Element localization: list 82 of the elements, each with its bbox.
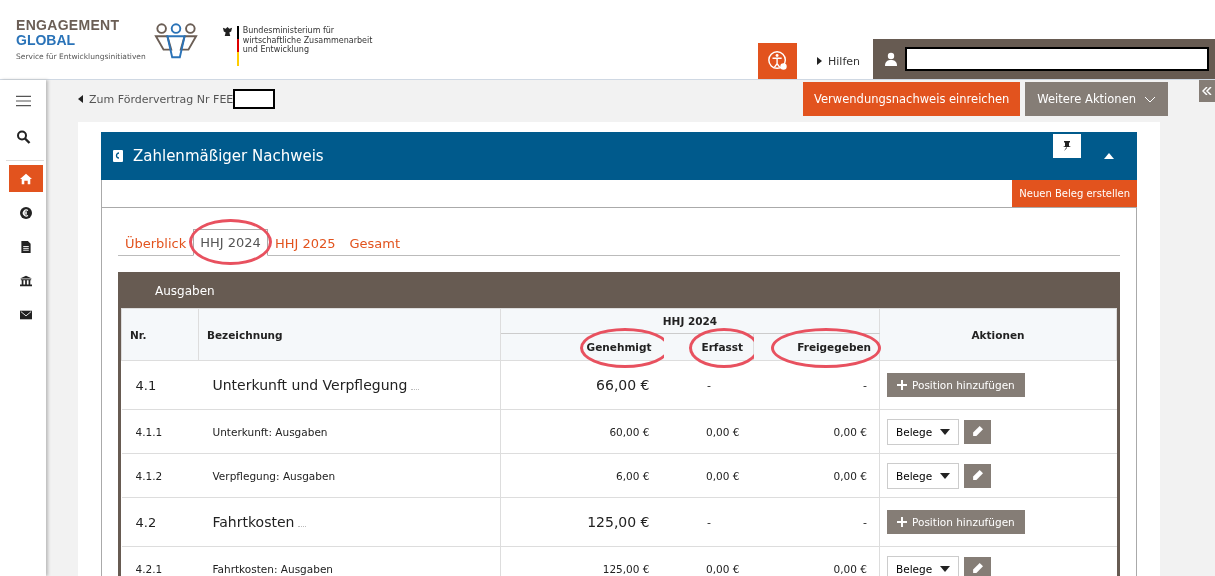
user-icon bbox=[885, 52, 897, 66]
add-position-button[interactable]: Position hinzufügen bbox=[887, 373, 1025, 397]
table-cell: 4.2.1 bbox=[121, 546, 199, 576]
pin-icon bbox=[1062, 141, 1072, 151]
table-cell: 4.1.2 bbox=[121, 453, 199, 498]
table-cell: Unterkunft und Verpflegung bbox=[212, 377, 408, 393]
receipts-dropdown[interactable]: Belege bbox=[887, 418, 960, 445]
caret-down-icon bbox=[940, 428, 951, 435]
column-header: Nr. bbox=[121, 308, 199, 361]
table-title: Ausgaben bbox=[121, 275, 1117, 308]
table-cell: Verpflegung: Ausgaben bbox=[212, 469, 336, 482]
table-cell: 4.2 bbox=[121, 497, 199, 547]
expand-side-panel-tab[interactable] bbox=[1199, 80, 1215, 102]
mail-icon bbox=[20, 308, 32, 321]
pencil-icon bbox=[972, 470, 984, 481]
table-cell: 6,00 € bbox=[500, 453, 664, 498]
table-cell: 0,00 € bbox=[753, 546, 880, 576]
pencil-icon bbox=[972, 426, 984, 437]
table-cell: 0,00 € bbox=[753, 453, 880, 498]
plus-icon bbox=[897, 380, 907, 390]
tab[interactable]: Gesamt bbox=[342, 229, 408, 256]
menu-icon[interactable] bbox=[15, 94, 31, 108]
home-icon bbox=[20, 172, 32, 185]
calculator-icon bbox=[113, 150, 123, 162]
redaction-box bbox=[233, 89, 276, 109]
caret-icon bbox=[817, 57, 822, 65]
ellipsis-mark bbox=[411, 389, 420, 390]
back-link[interactable]: Zum Fördervertrag Nr FEE bbox=[78, 92, 234, 106]
column-group-header: HHJ 2024 bbox=[500, 308, 880, 334]
add-position-button[interactable]: Position hinzufügen bbox=[887, 510, 1025, 534]
caret-down-icon bbox=[940, 472, 951, 479]
receipts-dropdown[interactable]: Belege bbox=[887, 462, 960, 489]
pencil-icon bbox=[972, 563, 984, 574]
table-cell: - bbox=[663, 497, 754, 547]
table-cell: 0,00 € bbox=[663, 453, 754, 498]
table-cell: Fahrtkosten bbox=[212, 514, 295, 530]
caret-up-icon bbox=[1104, 153, 1114, 159]
accessibility-icon bbox=[766, 50, 789, 72]
table-cell: 66,00 € bbox=[500, 360, 664, 410]
euro-icon bbox=[20, 206, 32, 219]
search-icon[interactable] bbox=[15, 130, 31, 144]
tab[interactable]: HHJ 2024 bbox=[193, 229, 268, 256]
edit-button[interactable] bbox=[964, 463, 992, 488]
plus-icon bbox=[897, 517, 907, 527]
help-link[interactable]: Hilfen bbox=[817, 43, 873, 79]
table-cell: Unterkunft: Ausgaben bbox=[212, 425, 328, 438]
logo-wordmark: ENGAGEMENT bbox=[16, 18, 121, 33]
document-icon bbox=[20, 240, 32, 253]
submit-button[interactable]: Verwendungsnachweis einreichen bbox=[803, 82, 1021, 116]
panel-title: Zahlenmäßiger Nachweis bbox=[133, 147, 324, 165]
chevron-down-icon bbox=[1144, 95, 1156, 103]
flag-stripe bbox=[236, 26, 239, 66]
eagle-icon bbox=[221, 26, 233, 37]
table-cell: 60,00 € bbox=[500, 409, 664, 454]
more-actions-button[interactable]: Weitere Aktionen bbox=[1025, 82, 1168, 116]
column-header: Aktionen bbox=[879, 308, 1117, 361]
table-cell: - bbox=[663, 360, 754, 410]
table-cell: 0,00 € bbox=[753, 409, 880, 454]
double-chevron-left-icon bbox=[1202, 87, 1212, 95]
bank-icon bbox=[20, 274, 32, 287]
table-cell: 0,00 € bbox=[663, 546, 754, 576]
column-header: Bezeichnung bbox=[198, 308, 501, 361]
table-cell: - bbox=[753, 497, 880, 547]
caret-icon bbox=[78, 95, 83, 103]
logo-wordmark: GLOBAL bbox=[16, 33, 77, 48]
caret-down-icon bbox=[940, 565, 951, 572]
table-cell: 125,00 € bbox=[500, 497, 664, 547]
edit-button[interactable] bbox=[964, 419, 992, 444]
table-cell: 125,00 € bbox=[500, 546, 664, 576]
table-cell: 4.1 bbox=[121, 360, 199, 410]
new-receipt-button[interactable]: Neuen Beleg erstellen bbox=[1012, 180, 1137, 207]
accessibility-button[interactable] bbox=[758, 43, 797, 79]
table-cell: Fahrtkosten: Ausgaben bbox=[212, 562, 333, 575]
ellipsis-mark bbox=[298, 526, 307, 527]
tab[interactable]: HHJ 2025 bbox=[267, 229, 343, 256]
receipts-dropdown[interactable]: Belege bbox=[887, 555, 960, 576]
tab[interactable]: Überblick bbox=[118, 229, 194, 256]
ministry-name: Bundesministerium für wirtschaftliche Zusammenarbeit und Entwicklung bbox=[242, 26, 373, 56]
edit-button[interactable] bbox=[964, 556, 992, 576]
table-cell: 4.1.1 bbox=[121, 409, 199, 454]
pin-button[interactable] bbox=[1053, 134, 1081, 158]
table-cell: 0,00 € bbox=[663, 409, 754, 454]
